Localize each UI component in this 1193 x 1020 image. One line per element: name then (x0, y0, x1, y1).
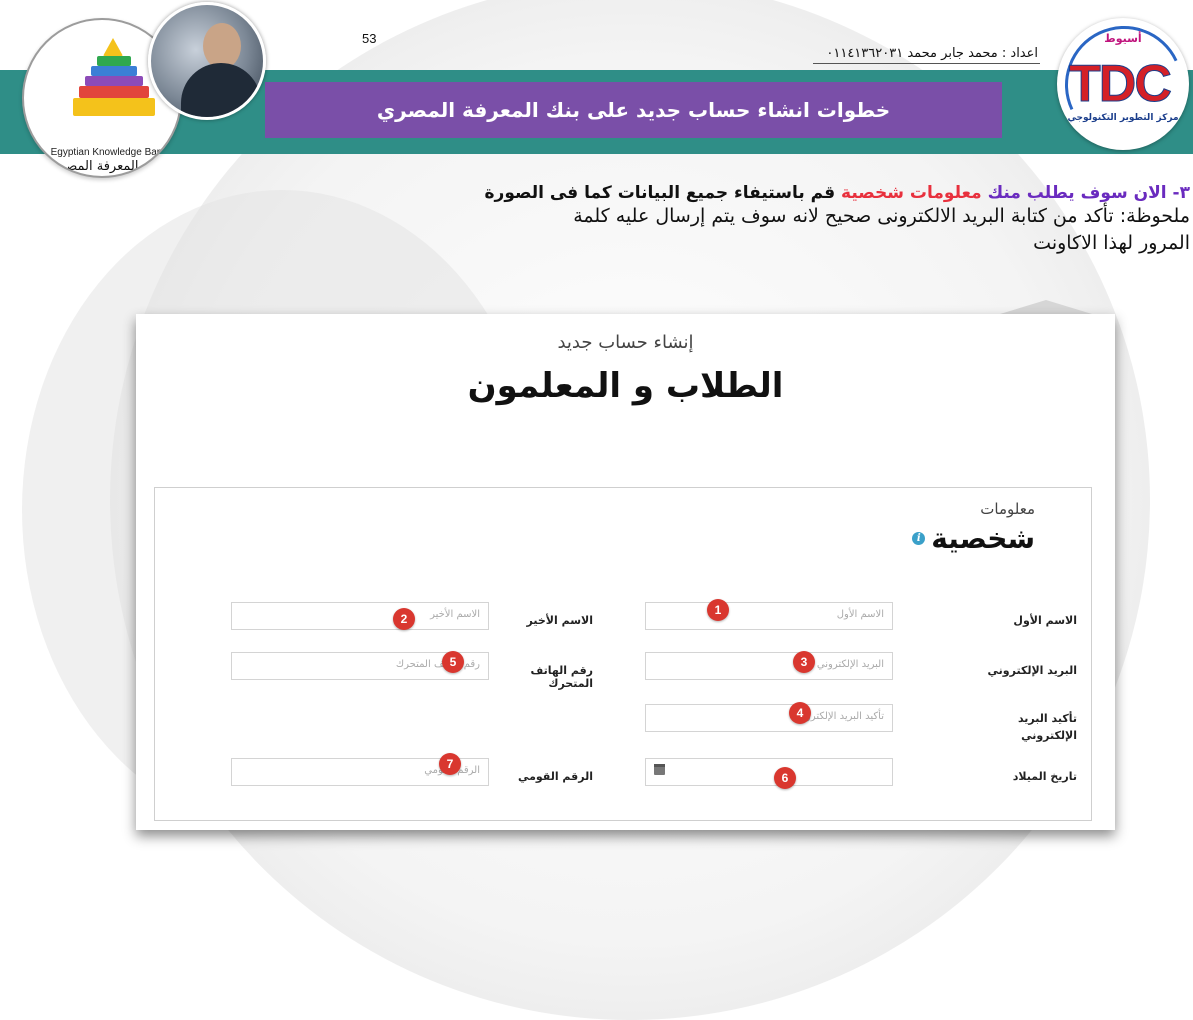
label-national-id: الرقم القومي (517, 770, 593, 783)
page-number: 53 (362, 31, 377, 46)
callout-tick (1000, 300, 1092, 314)
section-label-big: شخصية i (912, 522, 1035, 555)
step-badge-6: 6 (774, 767, 796, 789)
label-last-name: الاسم الأخير (526, 614, 593, 627)
label-confirm-email: تأكيد البريد الإلكتروني (1017, 712, 1077, 742)
form-screenshot: إنشاء حساب جديد الطلاب و المعلمون معلوما… (136, 314, 1115, 830)
author-underline (813, 63, 1040, 64)
note-line-1: ملحوظة: تأكد من كتابة البريد الالكترونى … (573, 205, 1190, 227)
tdc-name: مركز التطوير التكنولوجي (1067, 113, 1179, 123)
first-name-input[interactable]: الاسم الأول (645, 602, 893, 630)
email-input[interactable]: البريد الإلكتروني (645, 652, 893, 680)
step-part-3: قم باستيفاء جميع البيانات كما فى الصورة (484, 183, 836, 203)
label-mobile: رقم الهاتف المتحرك (530, 664, 593, 690)
form-title: الطلاب و المعلمون (467, 366, 784, 406)
step-line: ٣- الان سوف يطلب منك معلومات شخصية قم با… (190, 183, 1191, 203)
step-number: ٣- (1172, 183, 1190, 203)
step-badge-1: 1 (707, 599, 729, 621)
step-badge-4: 4 (789, 702, 811, 724)
step-part-1: الان سوف يطلب منك (987, 183, 1167, 203)
presenter-photo (148, 2, 266, 120)
step-badge-2: 2 (393, 608, 415, 630)
ekb-english-name: Egyptian Knowledge Bank (50, 147, 168, 158)
tdc-city: أسيوط (1104, 32, 1142, 45)
page-title: خطوات انشاء حساب جديد على بنك المعرفة ال… (265, 82, 1002, 138)
label-birth-date: تاريخ الميلاد (1012, 770, 1077, 783)
info-icon[interactable]: i (912, 532, 926, 545)
step-part-2: معلومات شخصية (841, 183, 982, 203)
personal-info-panel: معلومات شخصية i الاسم الأول الاسم الأول … (154, 487, 1092, 821)
author-credit: اعداد : محمد جابر محمد ٠١١٤١٣٦٢٠٣١ (826, 46, 1038, 61)
tdc-logo: أسيوط TDC مركز التطوير التكنولوجي (1057, 18, 1189, 150)
section-label-small: معلومات (980, 500, 1035, 518)
step-badge-5: 5 (442, 651, 464, 673)
step-badge-3: 3 (793, 651, 815, 673)
confirm-email-input[interactable]: تأكيد البريد الإلكتروني (645, 704, 893, 732)
instructions: ٣- الان سوف يطلب منك معلومات شخصية قم با… (190, 183, 1191, 257)
section-title: شخصية (931, 522, 1035, 555)
label-email: البريد الإلكتروني (987, 664, 1077, 677)
step-badge-7: 7 (439, 753, 461, 775)
birth-date-input[interactable] (645, 758, 893, 786)
tdc-letters: TDC (1069, 55, 1173, 114)
ekb-arabic-name: بنك المعرفة المصري (48, 159, 162, 174)
label-first-name: الاسم الأول (1013, 614, 1077, 627)
calendar-icon[interactable] (654, 764, 666, 776)
last-name-input[interactable]: الاسم الأخير (231, 602, 489, 630)
note-line-2: المرور لهذا الاكاونت (1033, 232, 1190, 254)
form-subtitle: إنشاء حساب جديد (557, 332, 694, 353)
